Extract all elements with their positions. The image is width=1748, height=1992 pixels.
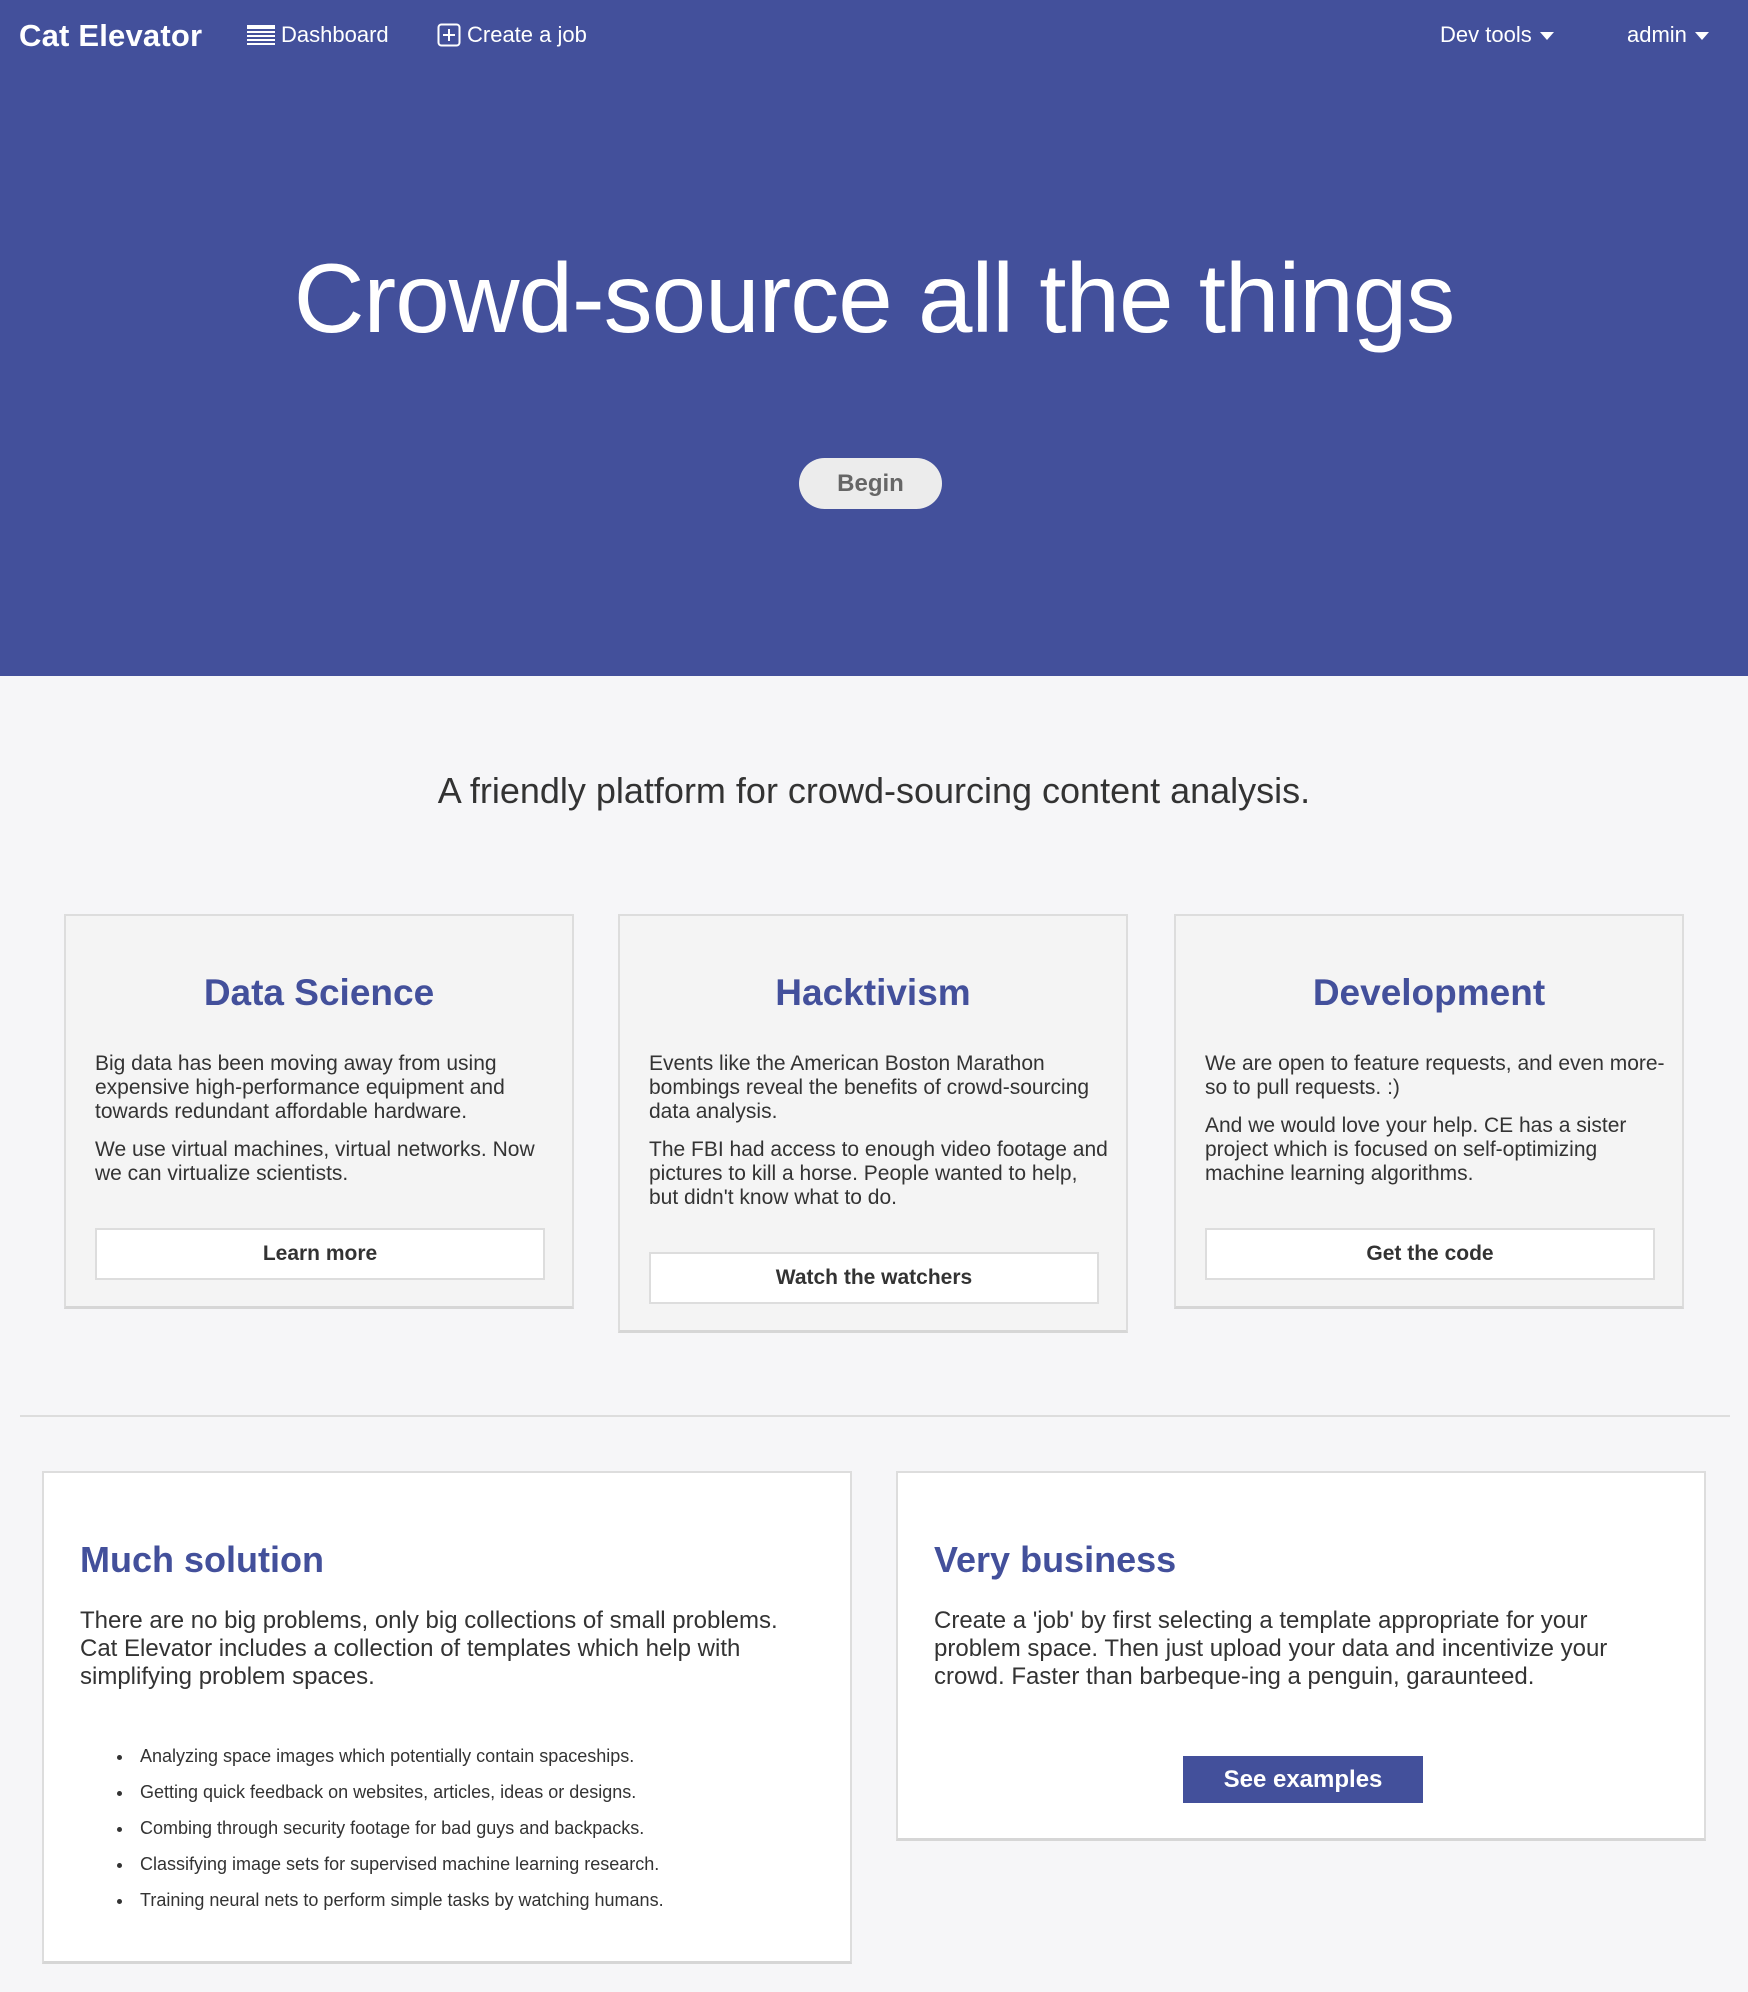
list-item: Analyzing space images which potentially… xyxy=(134,1738,834,1774)
tagline: A friendly platform for crowd-sourcing c… xyxy=(437,770,1311,811)
navbar: Cat Elevator Dashboard Create a job Dev … xyxy=(0,0,1748,72)
panel-text: Create a 'job' by first selecting a temp… xyxy=(934,1607,1608,1690)
section-divider xyxy=(20,1415,1730,1417)
get-the-code-button[interactable]: Get the code xyxy=(1205,1228,1655,1280)
card-paragraph: We are open to feature requests, and eve… xyxy=(1205,1052,1665,1099)
card-paragraph: And we would love your help. CE has a si… xyxy=(1205,1114,1627,1185)
card-title: Development xyxy=(1312,972,1546,1013)
card-hacktivism: Hacktivism Events like the American Bost… xyxy=(618,914,1128,1333)
card-paragraph: Big data has been moving away from using… xyxy=(95,1052,505,1123)
panel-title: Much solution xyxy=(80,1539,324,1580)
nav-create-job-label: Create a job xyxy=(467,22,587,47)
nav-create-job[interactable]: Create a job xyxy=(437,22,587,48)
hero-title: Crowd-source all the things xyxy=(293,243,1455,353)
list-item: Classifying image sets for supervised ma… xyxy=(134,1846,834,1882)
list-item: Getting quick feedback on websites, arti… xyxy=(134,1774,834,1810)
brand-logo[interactable]: Cat Elevator xyxy=(19,18,202,54)
card-body: Big data has been moving away from using… xyxy=(95,1052,555,1200)
see-examples-button[interactable]: See examples xyxy=(1183,1756,1423,1803)
panel-text: There are no big problems, only big coll… xyxy=(80,1607,778,1690)
caret-down-icon xyxy=(1694,32,1709,40)
list-item: Combing through security footage for bad… xyxy=(134,1810,834,1846)
nav-admin-dropdown[interactable]: admin xyxy=(1627,22,1709,48)
panel-title: Very business xyxy=(934,1539,1177,1580)
card-title: Hacktivism xyxy=(775,972,971,1013)
caret-down-icon xyxy=(1539,32,1554,40)
plus-square-icon xyxy=(437,23,461,47)
watch-the-watchers-button[interactable]: Watch the watchers xyxy=(649,1252,1099,1304)
begin-button[interactable]: Begin xyxy=(799,458,942,509)
card-paragraph: Events like the American Boston Marathon… xyxy=(649,1052,1090,1123)
card-development: Development We are open to feature reque… xyxy=(1174,914,1684,1309)
panel-much-solution: Much solution There are no big problems,… xyxy=(42,1471,852,1964)
card-data-science: Data Science Big data has been moving aw… xyxy=(64,914,574,1309)
list-item: Training neural nets to perform simple t… xyxy=(134,1882,834,1918)
nav-dashboard-label: Dashboard xyxy=(281,22,389,47)
card-body: We are open to feature requests, and eve… xyxy=(1205,1052,1665,1200)
use-case-list: Analyzing space images which potentially… xyxy=(114,1738,834,1918)
panel-very-business: Very business Create a 'job' by first se… xyxy=(896,1471,1706,1841)
card-title: Data Science xyxy=(203,972,435,1013)
card-body: Events like the American Boston Marathon… xyxy=(649,1052,1109,1224)
nav-admin-label: admin xyxy=(1627,22,1687,47)
learn-more-button[interactable]: Learn more xyxy=(95,1228,545,1280)
hero-section: Crowd-source all the things Begin xyxy=(0,72,1748,676)
card-paragraph: The FBI had access to enough video foota… xyxy=(649,1138,1108,1209)
card-paragraph: We use virtual machines, virtual network… xyxy=(95,1138,535,1185)
nav-dashboard[interactable]: Dashboard xyxy=(247,22,389,48)
list-icon xyxy=(247,25,275,45)
nav-dev-tools-dropdown[interactable]: Dev tools xyxy=(1440,22,1554,48)
nav-dev-tools-label: Dev tools xyxy=(1440,22,1532,47)
